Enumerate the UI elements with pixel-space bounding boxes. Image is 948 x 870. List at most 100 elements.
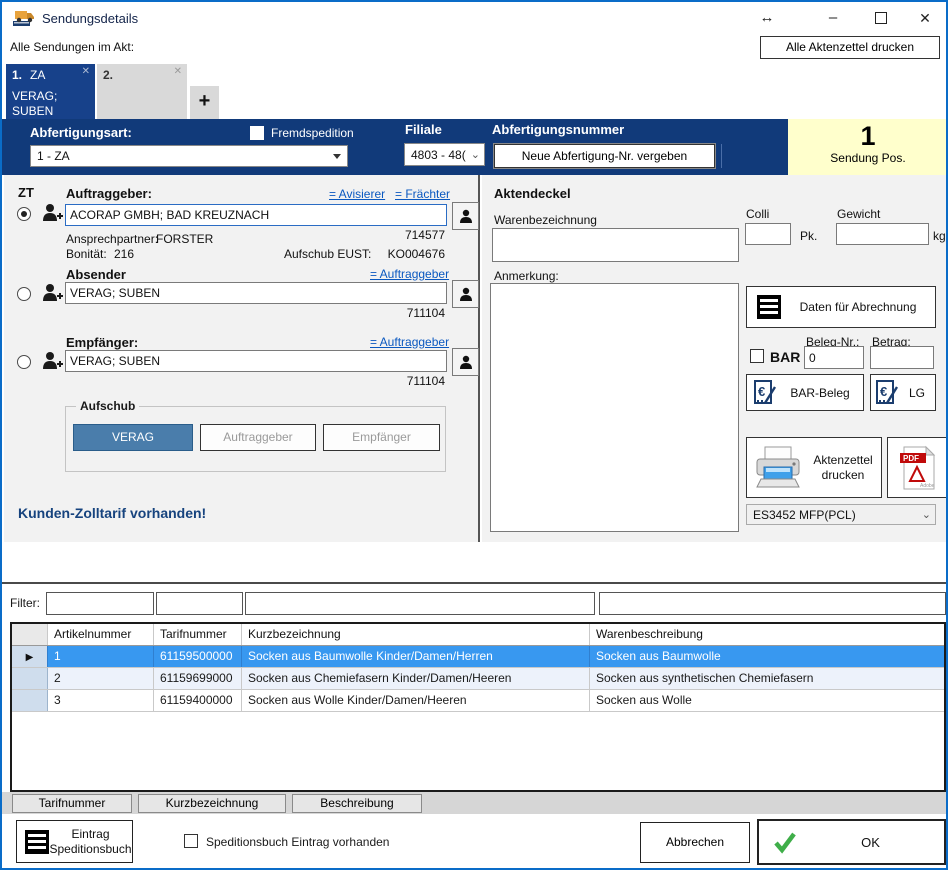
ok-label: OK (797, 835, 944, 850)
footer-bar: Eintrag Speditionsbuch Speditionsbuch Ei… (2, 814, 946, 870)
aktenzettel-line2: drucken (822, 468, 865, 482)
cell-artikelnummer: 3 (48, 690, 154, 711)
absender-contact-button[interactable] (452, 280, 479, 308)
empfaenger-contact-button[interactable] (452, 348, 479, 376)
printer-icon (753, 445, 805, 491)
ok-button[interactable]: OK (757, 819, 946, 865)
person-icon (458, 354, 474, 370)
svg-text:Adobe: Adobe (920, 483, 935, 489)
absender-auftraggeber-link[interactable]: = Auftraggeber (370, 267, 449, 281)
beleg-nr-input[interactable] (804, 346, 864, 369)
aufschub-empfaenger-button[interactable]: Empfänger (323, 424, 440, 451)
cell-artikelnummer: 1 (48, 646, 154, 667)
maximize-icon[interactable] (868, 8, 894, 28)
printer-value: ES3452 MFP(PCL) (753, 508, 856, 522)
minimize-icon[interactable]: – (820, 8, 846, 28)
betrag-input[interactable] (870, 346, 934, 369)
maximize-glyph (875, 12, 887, 24)
cell-artikelnummer: 2 (48, 668, 154, 689)
printer-select[interactable]: ES3452 MFP(PCL) ⌄ (746, 504, 936, 525)
euro-receipt-icon: € (875, 379, 899, 407)
filter-artikelnummer-input[interactable] (46, 592, 154, 615)
copy-beschreibung-button[interactable]: Beschreibung kopieren (292, 794, 422, 813)
current-row-arrow-icon: ▶ (26, 652, 34, 663)
fremdspedition-checkbox[interactable] (250, 126, 264, 140)
aufschub-auftraggeber-button[interactable]: Auftraggeber (200, 424, 316, 451)
gewicht-input[interactable] (836, 223, 929, 245)
person-icon (458, 286, 474, 302)
abbrechen-button[interactable]: Abbrechen (640, 822, 750, 863)
fraechter-link[interactable]: = Frächter (395, 187, 450, 201)
zt-label: ZT (18, 185, 34, 200)
truck-icon (12, 8, 36, 27)
empfaenger-input[interactable] (65, 350, 447, 372)
auftraggeber-input[interactable] (65, 204, 447, 226)
eintrag-speditionsbuch-button[interactable]: Eintrag Speditionsbuch (16, 820, 133, 863)
sendung-position-value: 1 (788, 121, 948, 151)
title-bar: Sendungsdetails ↔ – ✕ (2, 2, 946, 32)
middle-spacer (2, 542, 946, 582)
daten-abrechnung-button[interactable]: Daten für Abrechnung (746, 286, 936, 328)
table-row[interactable]: ▶ 1 61159500000 Socken aus Baumwolle Kin… (12, 646, 944, 668)
filter-warenbeschreibung-input[interactable] (599, 592, 946, 615)
abfertigungsart-select[interactable]: 1 - ZA (30, 145, 348, 167)
tab-sendung-1[interactable]: 1.ZA ✕ VERAG; SUBEN (6, 64, 95, 119)
abfertigungsart-label: Abfertigungsart: (30, 125, 132, 140)
abfertigungsart-value: 1 - ZA (37, 149, 70, 163)
cell-tarifnummer: 61159699000 (154, 668, 242, 689)
neue-abfertigung-nr-button[interactable]: Neue Abfertigung-Nr. vergeben (494, 144, 715, 168)
aufschub-label: Aufschub (76, 399, 139, 413)
window-title: Sendungsdetails (42, 11, 138, 26)
column-header-tarifnummer[interactable]: Tarifnummer (154, 624, 242, 645)
copy-kurzbezeichnung-button[interactable]: Kurzbezeichnung kopieren (138, 794, 286, 813)
sendung-position-box: 1 Sendung Pos. (788, 119, 948, 175)
all-sendungen-label: Alle Sendungen im Akt: (10, 40, 134, 54)
add-tab-button[interactable]: + (190, 86, 219, 119)
aufschub-verag-button[interactable]: VERAG (73, 424, 193, 451)
artikel-table: Artikelnummer Tarifnummer Kurzbezeichnun… (10, 622, 946, 792)
tab-1-close-icon[interactable]: ✕ (82, 67, 90, 77)
filter-row: Filter: (2, 584, 946, 620)
person-add-icon[interactable] (40, 349, 64, 373)
filter-tarifnummer-input[interactable] (156, 592, 243, 615)
aktenzettel-drucken-label: Aktenzettel drucken (805, 453, 881, 483)
auftraggeber-contact-button[interactable] (452, 202, 479, 230)
column-header-kurzbezeichnung[interactable]: Kurzbezeichnung (242, 624, 590, 645)
aktenzettel-drucken-button[interactable]: Aktenzettel drucken (746, 437, 882, 498)
filiale-value: 4803 - 48( (411, 148, 466, 162)
svg-text:€: € (880, 384, 887, 399)
warenbezeichnung-input[interactable] (492, 228, 739, 262)
empfaenger-radio[interactable] (17, 355, 31, 369)
avisierer-link[interactable]: = Avisierer (329, 187, 385, 201)
colli-input[interactable] (745, 223, 791, 245)
table-row[interactable]: 3 61159400000 Socken aus Wolle Kinder/Da… (12, 690, 944, 712)
column-header-warenbeschreibung[interactable]: Warenbeschreibung (590, 624, 944, 645)
anmerkung-input[interactable] (490, 283, 739, 532)
cell-tarifnummer: 61159500000 (154, 646, 242, 667)
lg-button[interactable]: € LG (870, 374, 936, 411)
absender-radio[interactable] (17, 287, 31, 301)
speditionsbuch-checkbox[interactable] (184, 834, 198, 848)
bar-checkbox[interactable] (750, 349, 764, 363)
auftraggeber-label: Auftraggeber: (66, 186, 152, 201)
resize-icon[interactable]: ↔ (754, 8, 780, 28)
column-header-artikelnummer[interactable]: Artikelnummer (48, 624, 154, 645)
person-add-icon[interactable] (40, 281, 64, 305)
tab-2-close-icon[interactable]: ✕ (174, 67, 182, 77)
filiale-label: Filiale (405, 122, 442, 137)
colli-label: Colli (746, 207, 769, 221)
absender-input[interactable] (65, 282, 447, 304)
table-row[interactable]: 2 61159699000 Socken aus Chemiefasern Ki… (12, 668, 944, 690)
empfaenger-auftraggeber-link[interactable]: = Auftraggeber (370, 335, 449, 349)
copy-tarifnummer-button[interactable]: Tarifnummer kopieren (12, 794, 132, 813)
print-all-aktenzettel-button[interactable]: Alle Aktenzettel drucken (760, 36, 940, 59)
filiale-select[interactable]: 4803 - 48( ⌄ (404, 143, 485, 166)
person-add-icon[interactable] (40, 201, 64, 225)
close-icon[interactable]: ✕ (912, 8, 938, 28)
filter-kurzbezeichnung-input[interactable] (245, 592, 595, 615)
person-icon (458, 208, 474, 224)
pdf-export-button[interactable]: PDF Adobe (887, 437, 947, 498)
auftraggeber-radio[interactable] (17, 207, 31, 221)
tab-sendung-2[interactable]: 2. ✕ (97, 64, 187, 119)
bar-beleg-button[interactable]: € BAR-Beleg (746, 374, 864, 411)
